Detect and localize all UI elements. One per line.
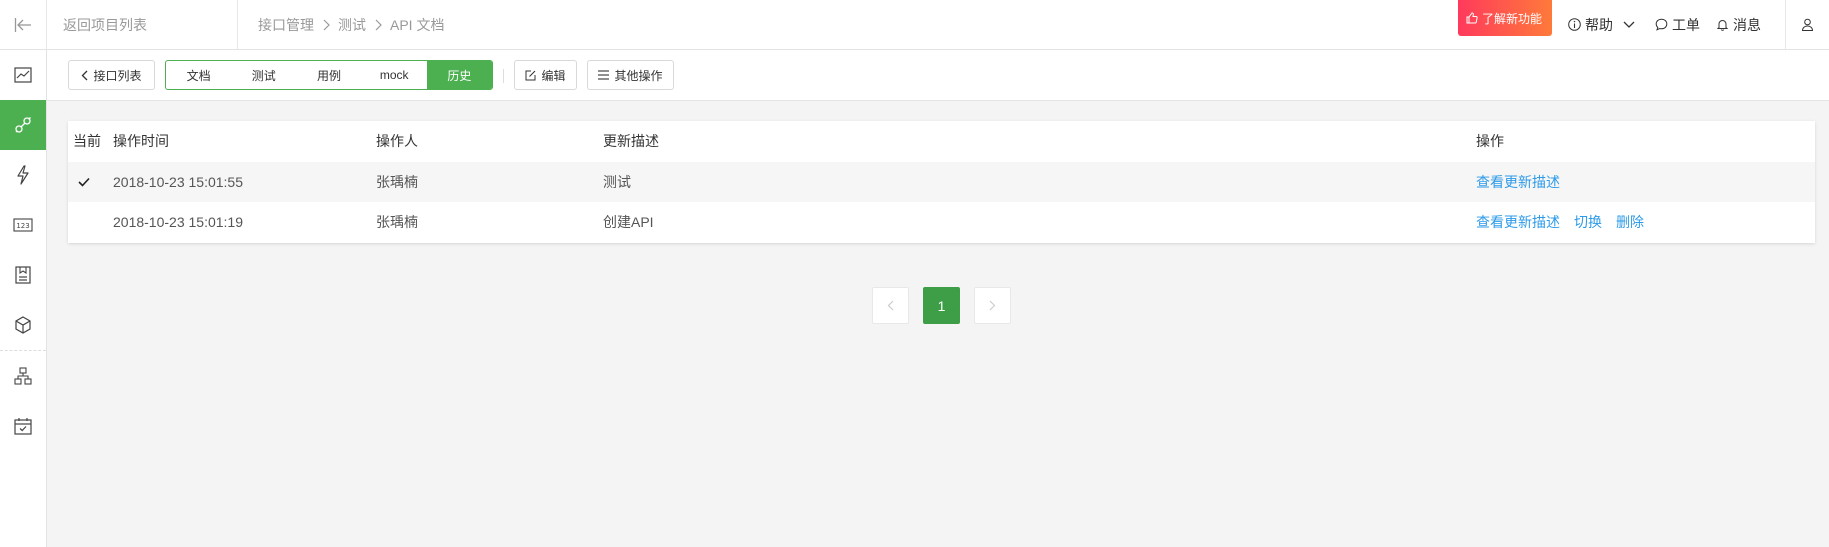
tickets-label: 工单 [1672, 16, 1700, 33]
info-icon [1568, 18, 1581, 31]
cube-icon [15, 316, 31, 334]
table-row: 2018-10-23 15:01:55 张瑀楠 测试 查看更新描述 [68, 162, 1815, 202]
tab-cases[interactable]: 用例 [296, 61, 361, 89]
column-header-operator: 操作人 [376, 133, 418, 149]
tab-doc[interactable]: 文档 [166, 61, 231, 89]
chevron-right-icon [374, 19, 382, 31]
dashboard-icon [14, 67, 32, 83]
tab-test[interactable]: 测试 [231, 61, 296, 89]
tab-mock[interactable]: mock [362, 61, 427, 89]
user-icon [1801, 18, 1814, 31]
back-to-project-list-link[interactable]: 返回项目列表 [47, 0, 238, 49]
sidebar-item-status-codes[interactable]: 123 [0, 200, 46, 250]
chevron-left-icon [82, 70, 88, 80]
row-operator: 张瑀楠 [376, 174, 418, 190]
breadcrumb: 接口管理 测试 API 文档 [258, 0, 444, 49]
column-header-description: 更新描述 [603, 133, 659, 149]
row-operator: 张瑀楠 [376, 214, 418, 230]
sitemap-icon [14, 367, 32, 385]
collapse-sidebar-button[interactable] [0, 0, 47, 49]
more-actions-button[interactable]: 其他操作 [587, 60, 674, 90]
chevron-right-icon [989, 300, 996, 311]
chevron-right-icon [322, 19, 330, 31]
new-feature-label: 了解新功能 [1481, 11, 1542, 26]
api-view-tabs: 文档 测试 用例 mock 历史 [165, 60, 493, 90]
row-time: 2018-10-23 15:01:19 [113, 214, 243, 230]
calendar-check-icon [14, 418, 32, 435]
checkmark-icon [78, 162, 90, 202]
api-list-button[interactable]: 接口列表 [68, 60, 155, 90]
pagination-next-button[interactable] [974, 287, 1011, 324]
bell-icon [1716, 20, 1729, 31]
view-description-link[interactable]: 查看更新描述 [1476, 212, 1560, 232]
row-time: 2018-10-23 15:01:55 [113, 174, 243, 190]
sidebar-item-dashboard[interactable] [0, 50, 46, 100]
sidebar-item-documents[interactable] [0, 250, 46, 300]
edit-button[interactable]: 编辑 [514, 60, 577, 90]
top-right-actions: 了解新功能 帮助 工单 消息 [1457, 0, 1829, 49]
messages-link[interactable]: 消息 [1716, 15, 1761, 35]
breadcrumb-item-test[interactable]: 测试 [338, 15, 366, 35]
pagination-page-1[interactable]: 1 [923, 287, 960, 324]
chevron-left-icon [887, 300, 894, 311]
pagination-prev-button[interactable] [872, 287, 909, 324]
more-actions-label: 其他操作 [614, 68, 663, 83]
edit-label: 编辑 [541, 68, 566, 83]
new-feature-button[interactable]: 了解新功能 [1457, 0, 1552, 36]
view-description-link[interactable]: 查看更新描述 [1476, 172, 1560, 192]
api-toolbar: 接口列表 文档 测试 用例 mock 历史 编辑 其他操作 [47, 50, 1829, 101]
collapse-left-icon [14, 17, 31, 32]
sidebar: 123 [0, 50, 47, 547]
column-header-time: 操作时间 [113, 133, 169, 149]
api-icon [15, 117, 31, 133]
help-label: 帮助 [1585, 16, 1613, 33]
tickets-link[interactable]: 工单 [1655, 15, 1700, 35]
sidebar-item-api[interactable] [0, 100, 46, 150]
top-bar: 返回项目列表 接口管理 测试 API 文档 了解新功能 帮助 工单 消息 [0, 0, 1829, 50]
chat-bubble-icon [1655, 18, 1668, 31]
menu-icon [598, 70, 610, 80]
help-menu[interactable]: 帮助 [1568, 15, 1639, 35]
table-header: 当前 操作时间 操作人 更新描述 操作 [68, 121, 1815, 161]
sidebar-item-schedule[interactable] [0, 401, 46, 451]
sidebar-item-automation[interactable] [0, 150, 46, 200]
breadcrumb-item-api-doc: API 文档 [390, 16, 445, 33]
breadcrumb-item-api-management[interactable]: 接口管理 [258, 15, 314, 35]
sidebar-item-structure[interactable] [0, 351, 46, 401]
chevron-down-icon [1623, 21, 1635, 28]
tab-history[interactable]: 历史 [426, 61, 492, 89]
svg-text:123: 123 [16, 222, 29, 230]
column-header-actions: 操作 [1476, 133, 1504, 149]
delete-link[interactable]: 删除 [1616, 212, 1644, 232]
numbers-icon: 123 [13, 218, 33, 232]
row-actions: 查看更新描述 切换 删除 [1476, 202, 1658, 242]
user-menu-button[interactable] [1785, 0, 1829, 49]
row-actions: 查看更新描述 [1476, 162, 1574, 202]
lightning-icon [17, 165, 29, 185]
thumbs-up-icon [1466, 12, 1478, 24]
sidebar-item-models[interactable] [0, 300, 46, 350]
history-table: 当前 操作时间 操作人 更新描述 操作 2018-10-23 15:01:55 … [68, 121, 1815, 243]
edit-icon [525, 70, 536, 80]
document-icon [15, 266, 31, 284]
table-row: 2018-10-23 15:01:19 张瑀楠 创建API 查看更新描述 切换 … [68, 202, 1815, 242]
switch-version-link[interactable]: 切换 [1574, 212, 1602, 232]
messages-label: 消息 [1733, 16, 1761, 33]
row-description: 测试 [603, 174, 631, 190]
row-description: 创建API [603, 214, 654, 230]
column-header-current: 当前 [73, 133, 101, 149]
back-to-project-list-label: 返回项目列表 [63, 16, 147, 33]
toolbar-divider [503, 69, 504, 83]
api-list-label: 接口列表 [93, 68, 142, 83]
